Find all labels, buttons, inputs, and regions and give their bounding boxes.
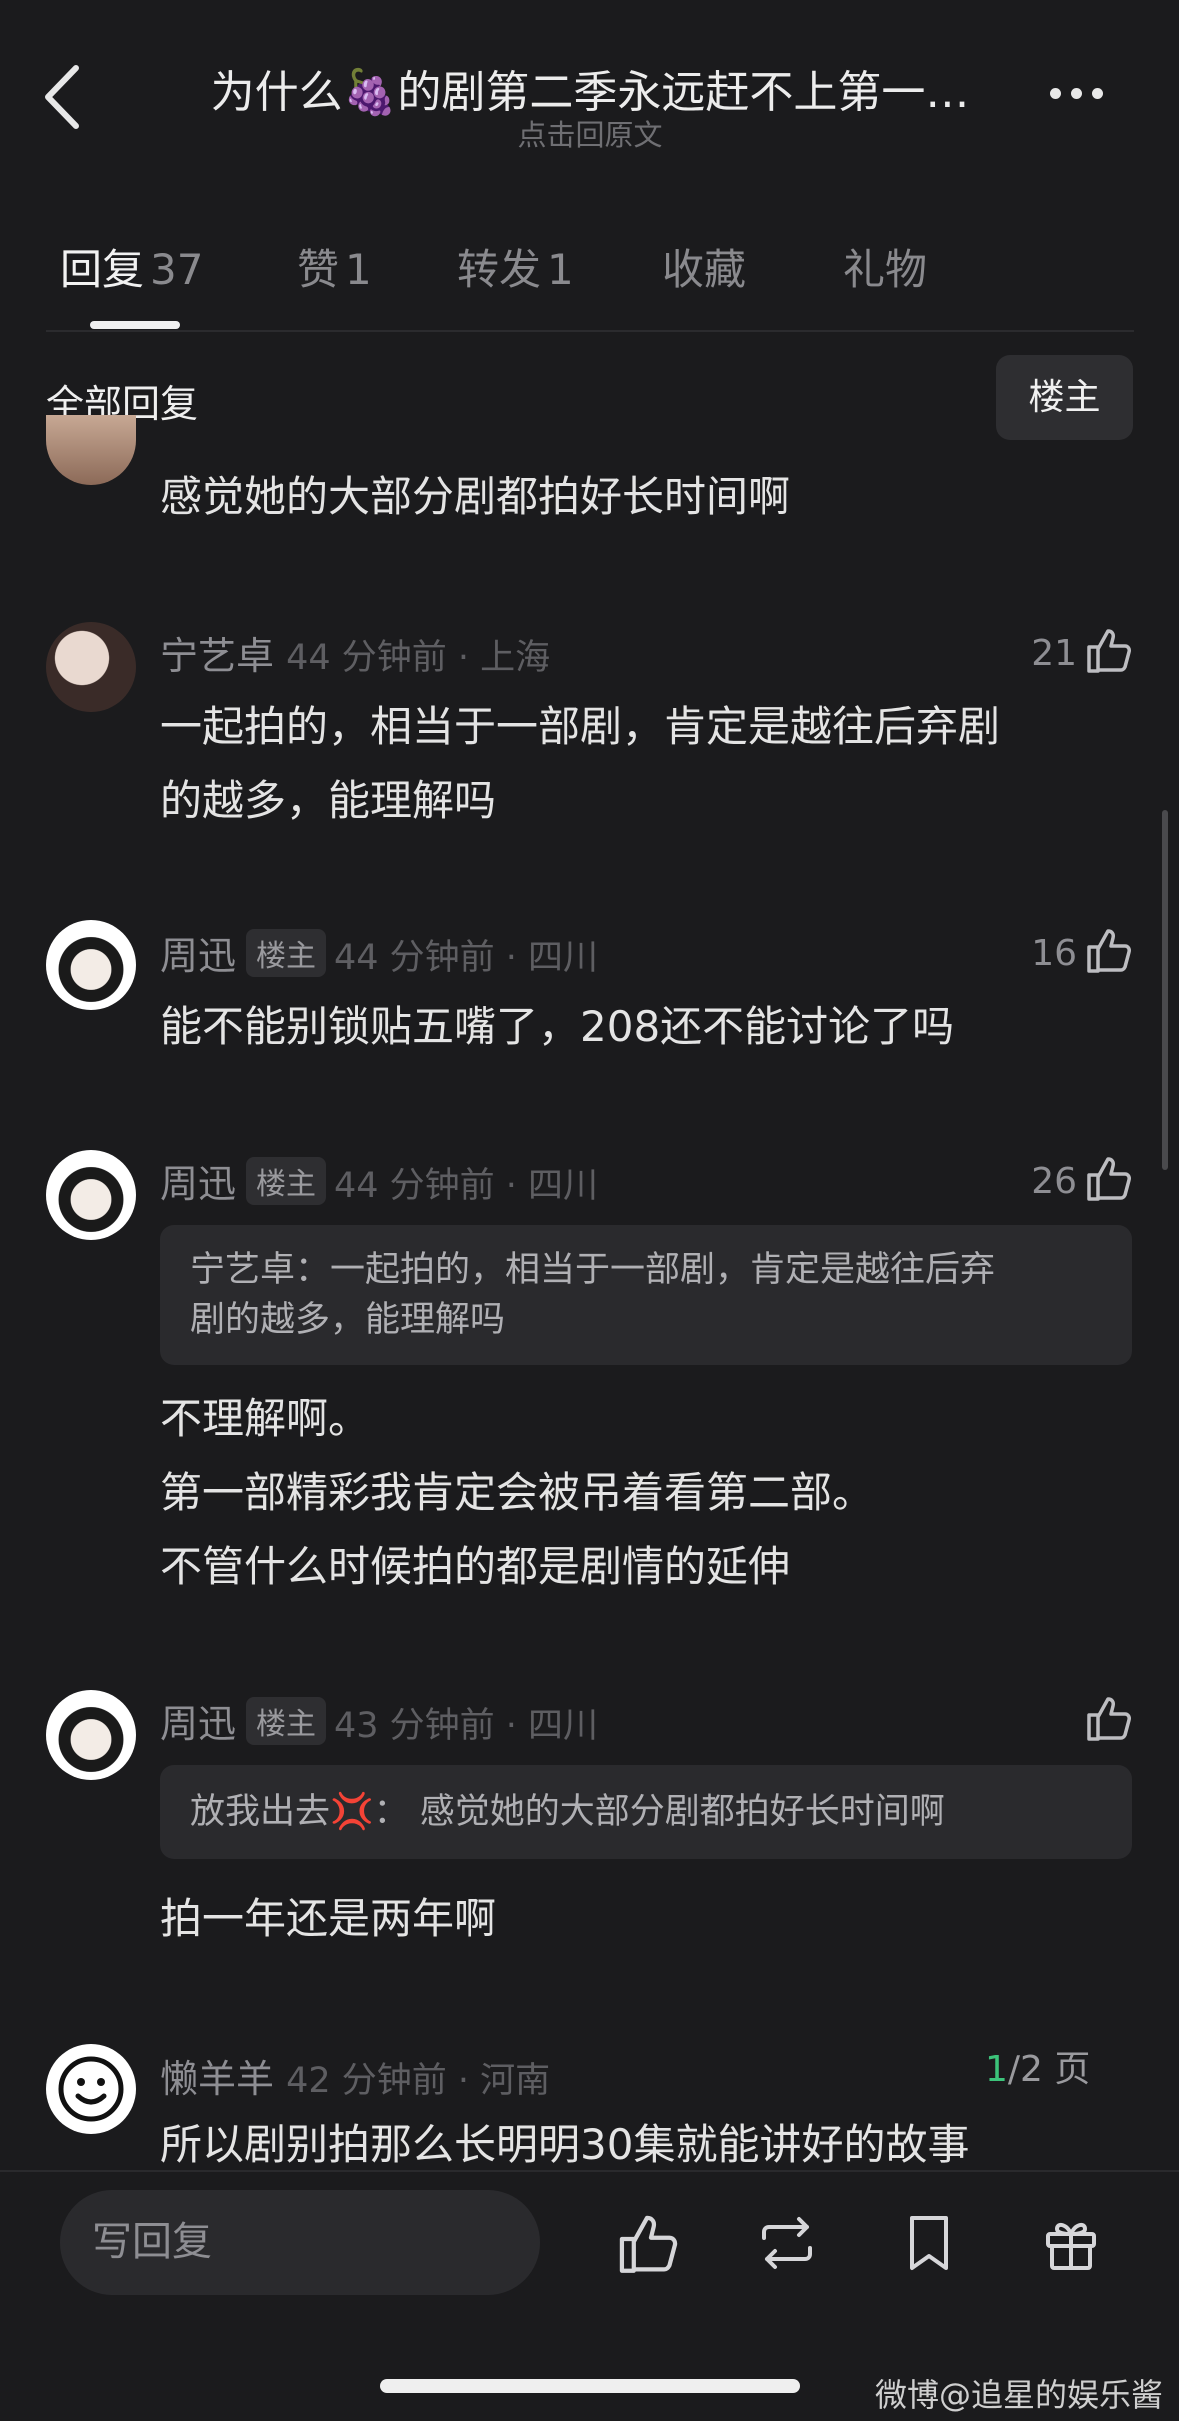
more-icon[interactable] <box>1050 84 1130 114</box>
like-button[interactable]: 16 <box>1031 925 1133 975</box>
comment-body: 不理解啊。 第一部精彩我肯定会被吊着看第二部。 不管什么时候拍的都是剧情的延伸 <box>160 1394 875 1591</box>
thumbs-up-icon <box>1087 1697 1131 1741</box>
thumbs-up-icon <box>1087 629 1131 673</box>
owner-badge: 楼主 <box>246 929 327 977</box>
like-icon[interactable] <box>614 2210 680 2276</box>
tab-reposts[interactable]: 转发 1 <box>457 236 574 297</box>
page-indicator: 1/2 页 <box>985 2049 1091 2090</box>
avatar[interactable] <box>46 2044 136 2134</box>
repost-icon[interactable] <box>754 2210 820 2276</box>
like-button[interactable]: 21 <box>1031 625 1133 675</box>
comment-author[interactable]: 周迅 楼主 43 分钟前 · 四川 <box>160 1693 598 1748</box>
comment-body: 拍一年还是两年啊 <box>160 1894 497 1943</box>
tab-replies[interactable]: 回复 37 <box>60 236 203 297</box>
comment-body: 一起拍的，相当于一部剧，肯定是越往后弃剧 的越多，能理解吗 <box>160 702 1001 825</box>
gift-icon[interactable] <box>1038 2210 1104 2276</box>
avatar[interactable] <box>46 415 136 485</box>
comment-author[interactable]: 懒羊羊 42 分钟前 · 河南 <box>160 2048 550 2103</box>
avatar[interactable] <box>46 920 136 1010</box>
owner-badge: 楼主 <box>246 1697 327 1745</box>
owner-badge: 楼主 <box>246 1157 327 1205</box>
tab-gifts[interactable]: 礼物 <box>843 236 927 297</box>
tab-favorites[interactable]: 收藏 <box>662 236 746 297</box>
comment-author[interactable]: 周迅 楼主 44 分钟前 · 四川 <box>160 1153 598 1208</box>
avatar[interactable] <box>46 1150 136 1240</box>
like-button[interactable]: 26 <box>1031 1153 1133 1203</box>
avatar[interactable] <box>46 1690 136 1780</box>
thumbs-up-icon <box>1087 929 1131 973</box>
reply-input[interactable]: 写回复 <box>60 2190 540 2295</box>
comment-author[interactable]: 周迅 楼主 44 分钟前 · 四川 <box>160 925 598 980</box>
scrollbar[interactable] <box>1162 810 1168 1170</box>
thumbs-up-icon <box>1087 1157 1131 1201</box>
smiley-icon <box>58 2056 124 2122</box>
comment-body: 能不能别锁贴五嘴了，208还不能讨论了吗 <box>160 1002 955 1051</box>
quoted-reply[interactable]: 宁艺卓：一起拍的，相当于一部剧，肯定是越往后弃 剧的越多，能理解吗 <box>160 1225 1132 1365</box>
comment-body: 感觉她的大部分剧都拍好长时间啊 <box>160 472 791 521</box>
tab-likes[interactable]: 赞1 <box>297 236 372 297</box>
back-button[interactable] <box>40 62 100 142</box>
page-title[interactable]: 为什么🍇的剧第二季永远赶不上第一… <box>150 56 1030 120</box>
owner-filter-button[interactable]: 楼主 <box>996 355 1133 440</box>
comment-author[interactable]: 宁艺卓 44 分钟前 · 上海 <box>160 625 550 680</box>
divider <box>46 330 1134 332</box>
like-button[interactable] <box>1077 1693 1133 1743</box>
bookmark-icon[interactable] <box>896 2210 962 2276</box>
back-to-original-link[interactable]: 点击回原文 <box>150 112 1030 154</box>
home-indicator <box>380 2379 800 2393</box>
tab-bar: 回复 37 赞1 转发 1 收藏 礼物 <box>60 236 1120 296</box>
chevron-left-icon <box>45 65 79 129</box>
quoted-reply[interactable]: 放我出去💢： 感觉她的大部分剧都拍好长时间啊 <box>160 1765 1132 1859</box>
avatar[interactable] <box>46 622 136 712</box>
active-tab-indicator <box>90 321 180 329</box>
watermark: 微博@追星的娱乐酱 <box>875 2376 1164 2414</box>
